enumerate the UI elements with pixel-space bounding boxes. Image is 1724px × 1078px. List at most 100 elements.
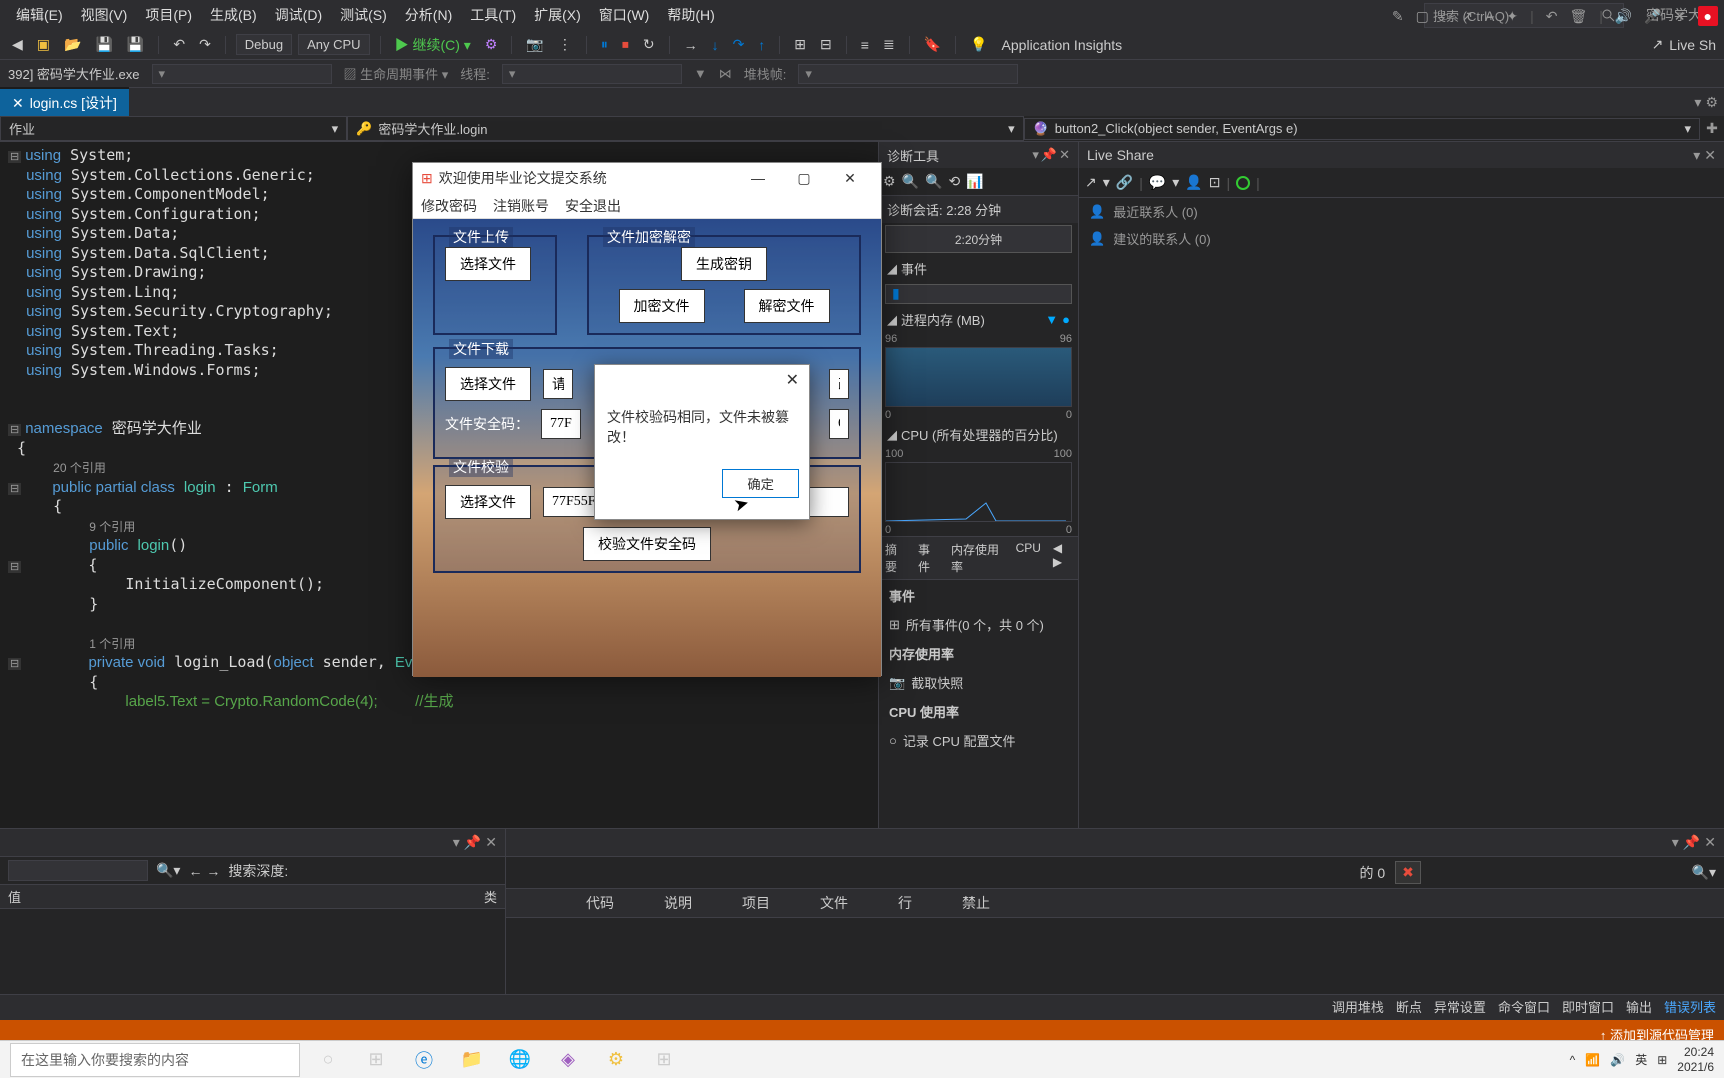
vs-icon[interactable]: ◈ — [548, 1045, 588, 1075]
menu-tools[interactable]: 工具(T) — [462, 1, 524, 29]
msgbox-close-icon[interactable]: ✕ — [786, 370, 799, 390]
rec-icon[interactable]: ● — [1698, 6, 1718, 26]
ime-icon[interactable]: ⊞ — [1657, 1053, 1667, 1067]
square-icon[interactable]: ▢ — [1416, 8, 1429, 25]
tamper-input[interactable] — [829, 369, 849, 399]
snapshot-row[interactable]: 📷截取快照 — [879, 669, 1078, 696]
tab-output[interactable]: 输出 — [1626, 997, 1652, 1016]
search-icon[interactable]: 🔍▾ — [1692, 864, 1716, 881]
tab-cpu[interactable]: CPU — [1010, 537, 1047, 579]
link-icon[interactable]: 🔗 — [1116, 174, 1133, 191]
code2-input[interactable] — [829, 409, 849, 439]
split-icon[interactable]: ✚ — [1700, 120, 1724, 137]
tab-breakpoints[interactable]: 断点 — [1396, 997, 1422, 1016]
upload-select-button[interactable]: 选择文件 — [445, 247, 531, 281]
close-icon[interactable]: ✕ — [1059, 147, 1070, 163]
tab-login-designer[interactable]: ✕ login.cs [设计] — [0, 87, 129, 117]
liveshare-label[interactable]: Live Sh — [1669, 37, 1716, 53]
circle-icon[interactable]: ○ — [1441, 8, 1449, 24]
mic-icon[interactable]: 🎤 — [1644, 8, 1661, 25]
align-icon[interactable]: ≡ — [857, 35, 873, 55]
step-icon[interactable]: → — [680, 35, 702, 55]
stackframe-combo[interactable]: ▾ — [798, 64, 1018, 84]
tab-exceptions[interactable]: 异常设置 — [1434, 997, 1486, 1016]
volume-icon[interactable]: 🔊 — [1610, 1053, 1625, 1067]
decrypt-button[interactable]: 解密文件 — [744, 289, 830, 323]
msgbox-ok-button[interactable]: 确定 — [722, 469, 799, 498]
bulb-icon[interactable]: 💡 — [966, 34, 991, 55]
menu-build[interactable]: 生成(B) — [202, 1, 265, 29]
focus-icon[interactable]: ⊡ — [1209, 174, 1221, 191]
tab-memory[interactable]: 内存使用率 — [945, 537, 1010, 579]
menu-project[interactable]: 项目(P) — [137, 1, 200, 29]
namespace-combo[interactable]: 作业▾ — [0, 116, 347, 141]
chevron-up-icon[interactable]: ^ — [1570, 1053, 1576, 1067]
encrypt-button[interactable]: 加密文件 — [619, 289, 705, 323]
text-icon[interactable]: A — [1485, 8, 1494, 24]
undo-icon[interactable]: ↶ — [169, 34, 189, 55]
filter-icon[interactable]: ▼ — [694, 66, 707, 81]
share-icon[interactable]: ↗ — [1085, 174, 1097, 191]
save-icon[interactable]: 💾 — [91, 34, 116, 55]
recent-contacts[interactable]: 👤最近联系人 (0) — [1079, 198, 1724, 225]
arrow-icon[interactable]: ↗ — [1461, 8, 1473, 25]
saveall-icon[interactable]: 💾 — [123, 34, 148, 55]
code1-input[interactable] — [541, 409, 581, 439]
gear-icon[interactable]: ⚙ — [883, 173, 896, 190]
grid-icon[interactable]: ⊞ — [790, 34, 810, 55]
stepinto-icon[interactable]: ↓ — [708, 35, 723, 55]
dropdown-icon[interactable]: ▾ — [1694, 94, 1701, 111]
menu-help[interactable]: 帮助(H) — [659, 1, 722, 29]
chat-icon[interactable]: 💬 — [1149, 174, 1166, 191]
watch-search[interactable] — [8, 860, 148, 881]
taskbar-search[interactable]: 在这里输入你要搜索的内容 — [10, 1043, 300, 1077]
chart-icon[interactable]: 📊 — [966, 173, 983, 190]
thread-combo[interactable]: ▾ — [502, 64, 682, 84]
menu-test[interactable]: 测试(S) — [332, 1, 395, 29]
stepover-icon[interactable]: ↷ — [729, 34, 749, 55]
magic-icon[interactable]: ✦ — [1506, 8, 1518, 25]
liveshare-icon[interactable]: ↗ — [1652, 36, 1664, 53]
align2-icon[interactable]: ≣ — [879, 34, 899, 55]
platform-combo[interactable]: Any CPU — [298, 34, 369, 55]
more-icon[interactable]: ⋮ — [554, 34, 576, 55]
suggested-contacts[interactable]: 👤建议的联系人 (0) — [1079, 225, 1724, 252]
verify-select-button[interactable]: 选择文件 — [445, 485, 531, 519]
menu-extensions[interactable]: 扩展(X) — [526, 1, 589, 29]
zoomout-icon[interactable]: 🔍 — [925, 173, 942, 190]
thread-icon[interactable]: ⋈ — [719, 66, 732, 82]
continue-button[interactable]: ▶ 继续(C) ▾ — [391, 33, 475, 57]
process-combo[interactable]: ▾ — [152, 64, 332, 84]
config-combo[interactable]: Debug — [236, 34, 292, 55]
volume-icon[interactable]: 🔊 — [1615, 8, 1632, 25]
menu-exit[interactable]: 安全退出 — [565, 196, 621, 216]
edge-icon[interactable]: ⓔ — [404, 1045, 444, 1075]
delete-icon[interactable]: 🗑 — [1570, 8, 1588, 25]
download-select-button[interactable]: 选择文件 — [445, 367, 531, 401]
screenshot-icon[interactable]: 📷 — [522, 34, 547, 55]
back-icon[interactable]: ◀ — [8, 34, 27, 55]
tab-immediate[interactable]: 即时窗口 — [1562, 997, 1614, 1016]
taskview-icon[interactable]: ⊞ — [356, 1045, 396, 1075]
stepout-icon[interactable]: ↑ — [754, 35, 769, 55]
network-icon[interactable]: 📶 — [1585, 1053, 1600, 1067]
gear-icon[interactable]: ⚙ — [1705, 94, 1718, 111]
verify-button[interactable]: 校验文件安全码 — [583, 527, 711, 561]
menu-logout[interactable]: 注销账号 — [493, 196, 549, 216]
menu-view[interactable]: 视图(V) — [73, 1, 136, 29]
new-icon[interactable]: ▣ — [33, 34, 54, 55]
download-hint-input[interactable] — [543, 369, 573, 399]
ime-label[interactable]: 英 — [1635, 1051, 1647, 1068]
user-icon[interactable]: 👤 — [1185, 174, 1202, 191]
cortana-icon[interactable]: ○ — [308, 1045, 348, 1075]
gen-key-button[interactable]: 生成密钥 — [681, 247, 767, 281]
close-icon[interactable]: ✕ — [1674, 8, 1686, 25]
explorer-icon[interactable]: 📁 — [452, 1045, 492, 1075]
tab-error-list[interactable]: 错误列表 — [1664, 997, 1716, 1016]
class-combo[interactable]: 🔑密码学大作业.login▾ — [347, 116, 1023, 141]
app1-icon[interactable]: ⚙ — [596, 1045, 636, 1075]
menu-change-pwd[interactable]: 修改密码 — [421, 196, 477, 216]
close-tab-icon[interactable]: ✕ — [12, 95, 24, 112]
tab-callstack[interactable]: 调用堆栈 — [1332, 997, 1384, 1016]
stop-icon[interactable]: ⏹ — [618, 34, 633, 55]
